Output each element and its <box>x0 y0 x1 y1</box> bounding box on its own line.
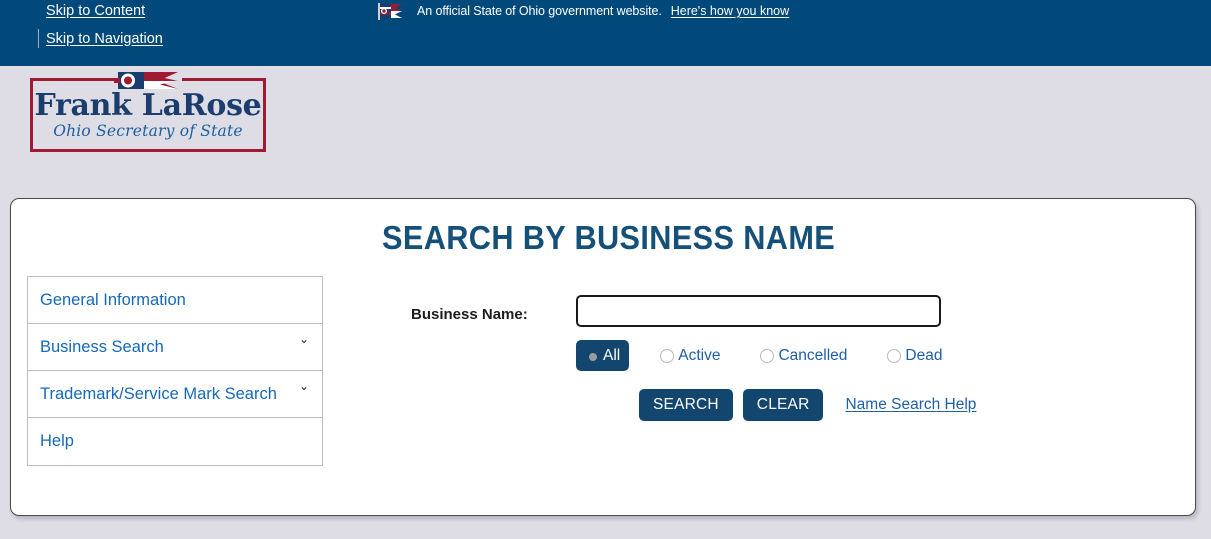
official-notice-text: An official State of Ohio government web… <box>417 4 662 18</box>
sidebar-item-label: General Information <box>40 290 186 309</box>
business-name-row: Business Name: <box>411 295 1011 327</box>
skip-to-content-link[interactable]: Skip to Content <box>46 3 145 19</box>
state-banner: Skip to Content Skip to Navigation An of… <box>0 0 1211 66</box>
logo-subtitle-text: Ohio Secretary of State <box>53 122 243 140</box>
chevron-down-icon[interactable]: ⌄ <box>299 333 312 346</box>
chevron-down-icon <box>299 286 312 299</box>
radio-icon <box>660 348 675 363</box>
sidebar-item-business-search[interactable]: Business Search ⌄ <box>28 324 322 371</box>
main-content-card: SEARCH BY BUSINESS NAME General Informat… <box>10 198 1196 516</box>
heres-how-you-know-link[interactable]: Here's how you know <box>671 4 789 18</box>
radio-option-cancelled[interactable]: Cancelled <box>751 340 856 371</box>
radio-icon <box>760 348 775 363</box>
sidebar-item-trademark-service-mark-search[interactable]: Trademark/Service Mark Search ⌄ <box>28 371 322 418</box>
sidebar-item-help[interactable]: Help <box>28 418 322 465</box>
radio-label: Active <box>678 346 721 364</box>
radio-icon <box>585 348 599 363</box>
radio-option-all[interactable]: All <box>576 340 630 371</box>
radio-option-active[interactable]: Active <box>651 340 729 371</box>
business-name-search-form: Business Name: All Active Cancelled Dead <box>411 295 1011 421</box>
clear-button[interactable]: CLEAR <box>742 389 824 421</box>
secretary-of-state-logo[interactable]: Frank LaRose Ohio Secretary of State <box>30 72 266 154</box>
logo-area: Frank LaRose Ohio Secretary of State <box>0 66 1211 198</box>
official-website-notice: An official State of Ohio government web… <box>378 0 789 22</box>
sidebar-item-label: Business Search <box>40 337 164 356</box>
radio-label: Cancelled <box>778 346 848 364</box>
sidebar-item-label: Help <box>40 432 74 450</box>
name-search-help-link[interactable]: Name Search Help <box>845 396 976 414</box>
chevron-down-icon[interactable]: ⌄ <box>299 380 312 393</box>
divider <box>38 29 39 48</box>
radio-label: All <box>603 346 621 364</box>
sidebar-nav-menu: General Information Business Search ⌄ Tr… <box>27 276 323 466</box>
radio-label: Dead <box>905 346 943 364</box>
sidebar-item-label: Trademark/Service Mark Search <box>40 384 277 403</box>
business-name-label: Business Name: <box>411 306 528 323</box>
ohio-flag-icon <box>114 68 182 103</box>
search-button[interactable]: SEARCH <box>639 389 733 421</box>
skip-to-navigation-row: Skip to Navigation <box>0 20 330 48</box>
status-radio-group: All Active Cancelled Dead <box>576 340 1011 371</box>
skip-links-group: Skip to Content Skip to Navigation <box>0 0 330 48</box>
chevron-down-icon <box>299 427 312 440</box>
skip-to-navigation-link[interactable]: Skip to Navigation <box>46 31 163 47</box>
business-name-input[interactable] <box>576 295 941 327</box>
sidebar-item-general-information[interactable]: General Information <box>28 277 322 324</box>
skip-to-content-row: Skip to Content <box>0 0 330 20</box>
radio-option-dead[interactable]: Dead <box>878 340 951 371</box>
form-actions-row: SEARCH CLEAR Name Search Help <box>639 389 1011 421</box>
radio-icon <box>887 348 902 363</box>
page-title: SEARCH BY BUSINESS NAME <box>382 219 836 256</box>
ohio-flag-icon <box>378 2 408 20</box>
